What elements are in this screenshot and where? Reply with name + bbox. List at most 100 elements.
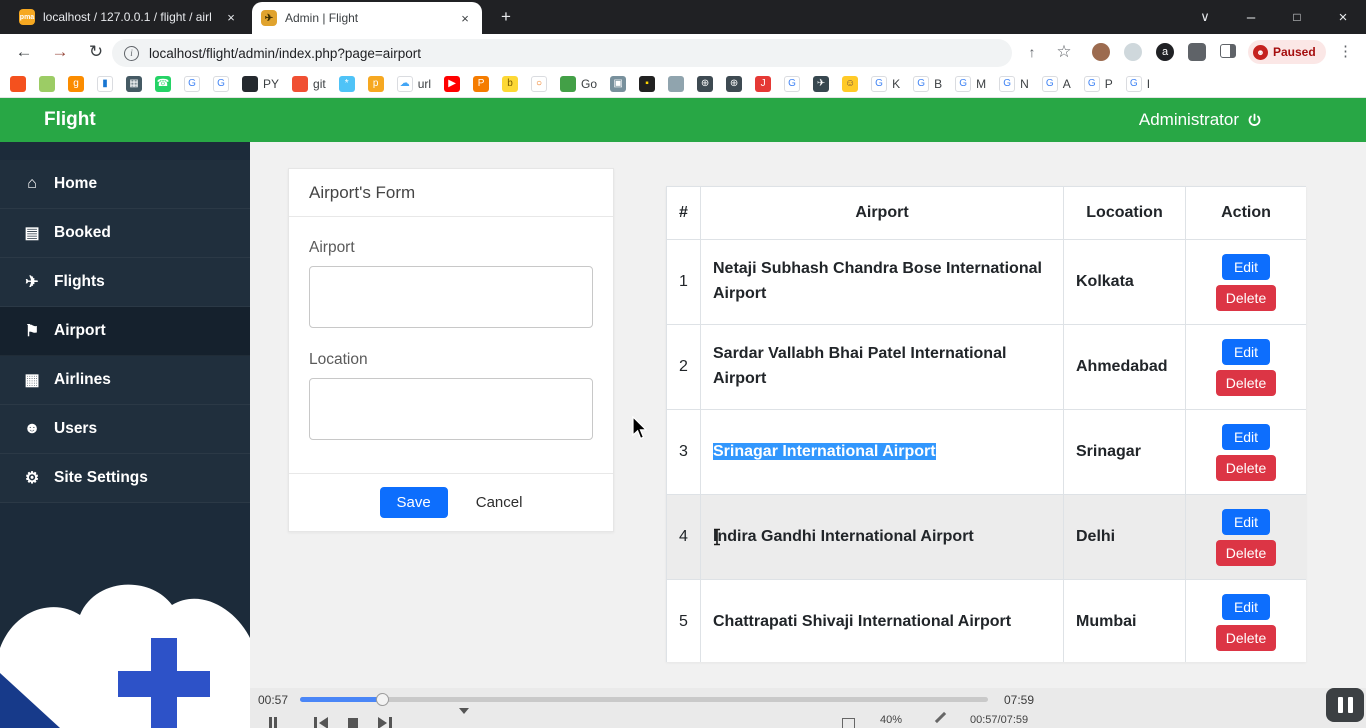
bookmark-item[interactable]: ☁url — [397, 76, 431, 92]
bookmark-item[interactable] — [10, 76, 26, 92]
bookmark-item[interactable]: GP — [1084, 76, 1113, 92]
bookmark-item[interactable]: Go — [560, 76, 597, 92]
sidebar-item-label: Home — [54, 175, 97, 193]
sidebar-item-booked[interactable]: ▤ Booked — [0, 209, 250, 258]
bookmark-item[interactable]: ▦ — [126, 76, 142, 92]
bookmark-item[interactable]: GA — [1042, 76, 1071, 92]
bookmark-item[interactable]: ⊕ — [726, 76, 742, 92]
bookmark-item[interactable]: ☎ — [155, 76, 171, 92]
side-panel-icon[interactable] — [1220, 44, 1236, 58]
pen-tool-icon[interactable] — [935, 712, 946, 723]
window-maximize-button[interactable]: □ — [1285, 5, 1309, 29]
bookmark-item[interactable]: GM — [955, 76, 986, 92]
bookmark-star-icon[interactable]: ☆ — [1054, 42, 1074, 62]
bookmark-favicon: ☺ — [842, 76, 858, 92]
delete-button[interactable]: Delete — [1216, 540, 1276, 566]
power-icon[interactable] — [1247, 113, 1262, 128]
previous-button[interactable] — [308, 712, 334, 728]
bookmark-item[interactable]: GN — [999, 76, 1029, 92]
address-bar[interactable]: i localhost/flight/admin/index.php?page=… — [112, 39, 1012, 67]
bookmark-item[interactable]: J — [755, 76, 771, 92]
share-icon[interactable]: ↑ — [1022, 42, 1042, 62]
edit-button[interactable]: Edit — [1222, 509, 1270, 535]
bookmark-item[interactable]: ○ — [531, 76, 547, 92]
bookmark-item[interactable]: ▣ — [610, 76, 626, 92]
site-info-icon[interactable]: i — [124, 46, 139, 61]
a-extension-icon[interactable]: a — [1156, 43, 1174, 61]
bookmark-item[interactable]: GB — [913, 76, 942, 92]
delete-button[interactable]: Delete — [1216, 455, 1276, 481]
bookmark-item[interactable]: ☺ — [842, 76, 858, 92]
bookmark-item[interactable]: GK — [871, 76, 900, 92]
cancel-button[interactable]: Cancel — [476, 494, 523, 511]
bookmark-item[interactable]: b — [502, 76, 518, 92]
bookmark-item[interactable]: ▮ — [97, 76, 113, 92]
location-cell: Ahmedabad — [1064, 325, 1186, 410]
bookmark-item[interactable] — [39, 76, 55, 92]
edit-button[interactable]: Edit — [1222, 594, 1270, 620]
sidebar-item-airlines[interactable]: ▦ Airlines — [0, 356, 250, 405]
row-number: 2 — [667, 325, 701, 410]
airport-field-label: Airport — [309, 239, 593, 257]
tabby-cat-extension-icon[interactable] — [1092, 43, 1110, 61]
floating-pause-button[interactable] — [1326, 688, 1364, 722]
delete-button[interactable]: Delete — [1216, 625, 1276, 651]
browser-tab-admin-flight[interactable]: ✈ Admin | Flight × — [252, 2, 482, 34]
bookmark-favicon: G — [784, 76, 800, 92]
window-minimize-button[interactable]: – — [1239, 5, 1263, 29]
bookmark-item[interactable]: G — [784, 76, 800, 92]
bookmark-item[interactable]: P — [473, 76, 489, 92]
sync-paused-badge[interactable]: ☻ Paused — [1248, 40, 1326, 64]
pause-button[interactable] — [260, 712, 286, 728]
sidebar-item-home[interactable]: ⌂ Home — [0, 160, 250, 209]
delete-button[interactable]: Delete — [1216, 285, 1276, 311]
tab-close-icon[interactable]: × — [457, 10, 473, 26]
bookmark-item[interactable]: G — [184, 76, 200, 92]
extensions-puzzle-icon[interactable] — [1188, 43, 1206, 61]
hand-extension-icon[interactable] — [1124, 43, 1142, 61]
bookmark-item[interactable]: G — [213, 76, 229, 92]
bookmark-label: Go — [581, 77, 597, 91]
edit-button[interactable]: Edit — [1222, 339, 1270, 365]
bookmark-item[interactable]: g — [68, 76, 84, 92]
tab-search-chevron-icon[interactable]: ∨ — [1193, 5, 1217, 29]
forward-button[interactable]: → — [48, 40, 72, 64]
bookmark-item[interactable]: * — [339, 76, 355, 92]
bookmark-item[interactable]: ⊕ — [697, 76, 713, 92]
save-button[interactable]: Save — [380, 487, 448, 518]
new-tab-button[interactable]: + — [494, 5, 518, 29]
bookmark-item[interactable]: p — [368, 76, 384, 92]
location-input[interactable] — [309, 378, 593, 440]
airport-input[interactable] — [309, 266, 593, 328]
bookmark-label: K — [892, 77, 900, 91]
edit-button[interactable]: Edit — [1222, 424, 1270, 450]
reload-button[interactable]: ↻ — [84, 40, 108, 64]
admin-menu[interactable]: Administrator — [1139, 98, 1262, 142]
sidebar-item-flights[interactable]: ✈ Flights — [0, 258, 250, 307]
brand-link[interactable]: Flight — [44, 98, 96, 142]
browser-menu-icon[interactable]: ⋮ — [1338, 42, 1353, 60]
bookmark-item[interactable]: ▶ — [444, 76, 460, 92]
stop-button[interactable] — [340, 712, 366, 728]
next-button[interactable] — [372, 712, 398, 728]
bookmark-item[interactable] — [668, 76, 684, 92]
seek-bar[interactable] — [300, 697, 988, 702]
bookmark-item[interactable]: ✈ — [813, 76, 829, 92]
bookmark-item[interactable]: GI — [1126, 76, 1150, 92]
edit-button[interactable]: Edit — [1222, 254, 1270, 280]
sidebar-item-site-settings[interactable]: ⚙ Site Settings — [0, 454, 250, 503]
player-progress-knob[interactable] — [376, 693, 389, 706]
window-close-button[interactable]: × — [1331, 5, 1355, 29]
browser-tab-phpmyadmin[interactable]: pma localhost / 127.0.0.1 / flight / air… — [10, 0, 248, 34]
tab-close-icon[interactable]: × — [223, 9, 239, 25]
sidebar-item-airport[interactable]: ⚑ Airport — [0, 307, 250, 356]
bookmark-item[interactable]: ▪ — [639, 76, 655, 92]
volume-stepper-icon[interactable] — [446, 712, 472, 728]
back-button[interactable]: ← — [12, 40, 36, 64]
table-row: 2 Sardar Vallabh Bhai Patel Internationa… — [667, 325, 1307, 410]
bookmark-item[interactable]: git — [292, 76, 326, 92]
sidebar-item-users[interactable]: ☻ Users — [0, 405, 250, 454]
screenshot-button[interactable] — [835, 712, 861, 728]
bookmark-item[interactable]: PY — [242, 76, 279, 92]
delete-button[interactable]: Delete — [1216, 370, 1276, 396]
